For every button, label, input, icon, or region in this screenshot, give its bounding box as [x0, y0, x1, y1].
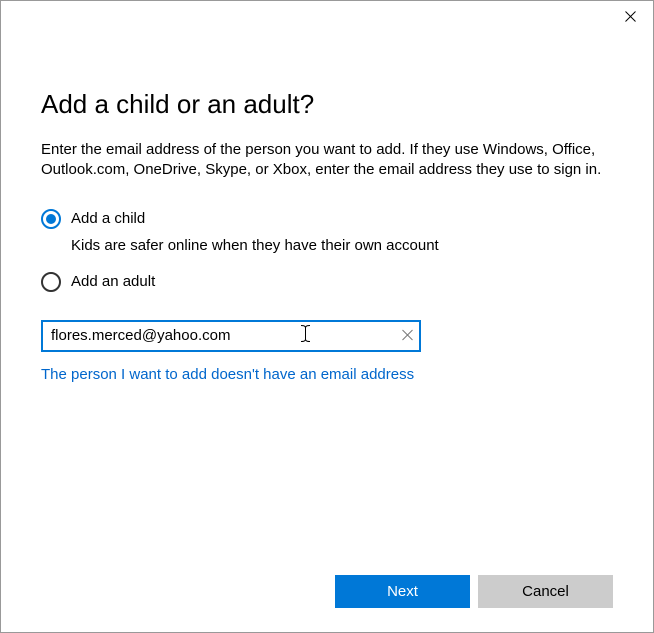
clear-input-button[interactable]	[402, 327, 413, 344]
cancel-button[interactable]: Cancel	[478, 575, 613, 608]
radio-add-child[interactable]: Add a child	[41, 209, 613, 229]
next-button[interactable]: Next	[335, 575, 470, 608]
description-text: Enter the email address of the person yo…	[41, 140, 613, 181]
email-input[interactable]	[41, 320, 421, 352]
radio-icon	[41, 209, 61, 229]
child-subtext: Kids are safer online when they have the…	[71, 237, 613, 254]
dialog-content: Add a child or an adult? Enter the email…	[1, 31, 653, 383]
titlebar	[1, 1, 653, 31]
email-input-wrap	[41, 320, 421, 352]
page-title: Add a child or an adult?	[41, 89, 613, 120]
close-icon	[625, 11, 636, 22]
close-button[interactable]	[607, 1, 653, 31]
radio-label-adult: Add an adult	[71, 273, 155, 290]
radio-label-child: Add a child	[71, 210, 145, 227]
radio-add-adult[interactable]: Add an adult	[41, 272, 613, 292]
dialog-footer: Next Cancel	[335, 575, 613, 608]
clear-icon	[402, 329, 413, 340]
no-email-link[interactable]: The person I want to add doesn't have an…	[41, 366, 414, 383]
account-type-group: Add a child Kids are safer online when t…	[41, 209, 613, 292]
radio-icon	[41, 272, 61, 292]
